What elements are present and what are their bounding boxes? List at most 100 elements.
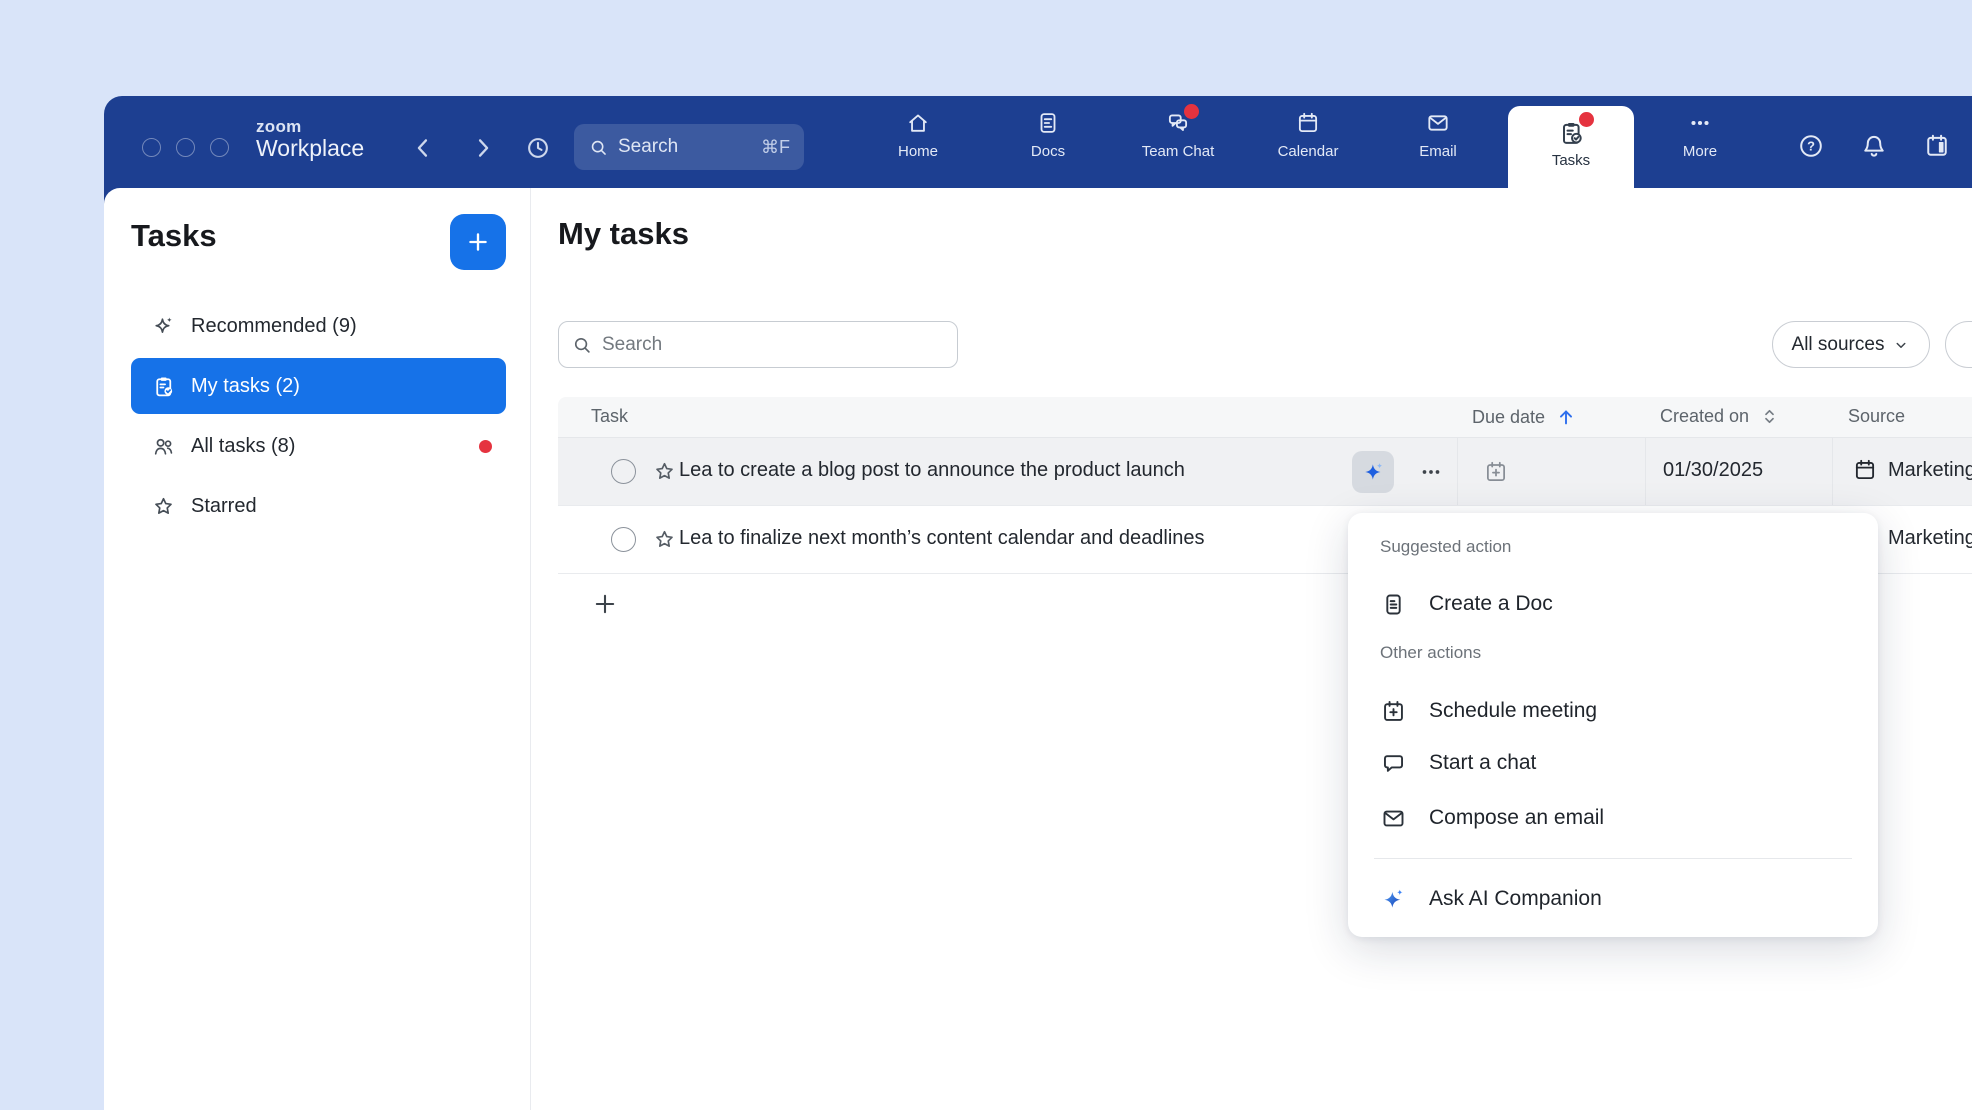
created-on-value: 01/30/2025	[1663, 459, 1763, 482]
menu-item-label: Start a chat	[1429, 751, 1536, 775]
tasks-notification-badge	[1579, 112, 1594, 127]
column-header-task[interactable]: Task	[591, 406, 628, 427]
menu-item-compose-email[interactable]: Compose an email	[1380, 797, 1854, 839]
docs-icon	[1035, 110, 1061, 136]
calendar-icon	[1852, 457, 1878, 483]
column-header-due-date[interactable]: Due date	[1472, 406, 1577, 428]
nav-item-email[interactable]: Email	[1388, 110, 1488, 160]
task-more-actions-button[interactable]	[1413, 454, 1449, 490]
menu-item-label: Create a Doc	[1429, 592, 1553, 616]
nav-label: Tasks	[1508, 152, 1634, 169]
clipped-filter-dropdown[interactable]	[1945, 321, 1972, 368]
menu-item-label: Ask AI Companion	[1429, 887, 1602, 911]
nav-label: More	[1650, 143, 1750, 160]
table-header: Task Due date Created on Source	[558, 397, 1972, 438]
add-due-date-button[interactable]	[1483, 459, 1509, 485]
new-task-button[interactable]	[450, 214, 506, 270]
sidebar-list: Recommended (9) My tasks (2) All tasks (…	[131, 298, 506, 538]
search-icon	[588, 137, 609, 158]
task-search-input[interactable]	[602, 334, 945, 356]
menu-item-label: Schedule meeting	[1429, 699, 1597, 723]
nav-label: Team Chat	[1128, 143, 1228, 160]
menu-item-create-doc[interactable]: Create a Doc	[1380, 583, 1854, 625]
sidebar-item-label: Recommended (9)	[191, 315, 357, 338]
sort-both-icon	[1759, 406, 1780, 427]
notifications-button[interactable]	[1860, 132, 1888, 160]
envelope-icon	[1380, 805, 1407, 832]
schedule-button[interactable]	[1923, 132, 1951, 160]
radio-circle-icon	[611, 459, 636, 484]
menu-item-schedule-meeting[interactable]: Schedule meeting	[1380, 690, 1854, 732]
table-row[interactable]: Lea to create a blog post to announce th…	[558, 438, 1972, 506]
add-task-row-button[interactable]	[591, 590, 619, 618]
search-shortcut-hint: ⌘F	[761, 137, 790, 158]
plus-icon	[591, 590, 619, 618]
menu-item-ask-ai-companion[interactable]: Ask AI Companion	[1380, 878, 1854, 920]
nav-item-calendar[interactable]: Calendar	[1258, 110, 1358, 160]
team-chat-notification-badge	[1184, 104, 1199, 119]
menu-item-start-chat[interactable]: Start a chat	[1380, 742, 1854, 784]
nav-item-docs[interactable]: Docs	[998, 110, 1098, 160]
sources-filter-dropdown[interactable]: All sources	[1772, 321, 1930, 368]
ai-companion-task-button[interactable]	[1352, 451, 1394, 493]
plus-icon	[464, 228, 492, 256]
tasks-sidebar: Tasks Recommended (9) My tasks (2)	[104, 188, 531, 1110]
task-star-button[interactable]	[652, 527, 677, 552]
task-star-button[interactable]	[652, 459, 677, 484]
nav-item-home[interactable]: Home	[868, 110, 968, 160]
nav-item-tasks-active[interactable]: Tasks	[1508, 106, 1634, 196]
sidebar-title: Tasks	[131, 218, 217, 254]
calendar-icon	[1295, 110, 1321, 136]
nav-label: Calendar	[1258, 143, 1358, 160]
task-complete-checkbox[interactable]	[611, 459, 636, 484]
ellipsis-icon	[1418, 459, 1444, 485]
help-button[interactable]: ?	[1797, 132, 1825, 160]
task-search-field	[558, 321, 958, 368]
window-zoom-button[interactable]	[210, 138, 229, 157]
sidebar-item-my-tasks[interactable]: My tasks (2)	[131, 358, 506, 414]
help-icon: ?	[1797, 132, 1825, 160]
nav-label: Home	[868, 143, 968, 160]
calendar-panel-icon	[1923, 132, 1951, 160]
sidebar-item-starred[interactable]: Starred	[131, 478, 506, 534]
column-label: Created on	[1660, 406, 1749, 427]
column-label: Due date	[1472, 407, 1545, 428]
nav-item-team-chat[interactable]: Team Chat	[1128, 110, 1228, 160]
bell-icon	[1860, 132, 1888, 160]
star-icon	[151, 494, 176, 519]
global-search-input[interactable]: Search ⌘F	[574, 124, 804, 170]
sidebar-item-recommended[interactable]: Recommended (9)	[131, 298, 506, 354]
cell-divider	[1457, 438, 1458, 505]
ai-suggested-actions-menu: Suggested action Create a Doc Other acti…	[1348, 513, 1878, 937]
column-header-source[interactable]: Source	[1848, 406, 1905, 427]
sidebar-item-label: All tasks (8)	[191, 435, 295, 458]
source-label: Marketing	[1888, 459, 1972, 482]
search-icon	[571, 334, 593, 356]
team-chat-icon	[1165, 110, 1191, 136]
zoom-workplace-logo: zoom Workplace	[256, 118, 364, 160]
calendar-plus-icon	[1483, 459, 1509, 485]
people-icon	[151, 434, 176, 459]
task-title[interactable]: Lea to finalize next month’s content cal…	[679, 527, 1205, 550]
chevron-left-icon	[409, 134, 437, 162]
history-button[interactable]	[524, 134, 552, 162]
back-button[interactable]	[409, 134, 437, 162]
sidebar-item-all-tasks[interactable]: All tasks (8)	[131, 418, 506, 474]
desktop: { "topbar": { "logo_small": "zoom", "log…	[0, 0, 1972, 1110]
nav-item-more[interactable]: More	[1650, 110, 1750, 160]
calendar-plus-icon	[1380, 698, 1407, 725]
sort-ascending-icon	[1555, 406, 1577, 428]
task-complete-checkbox[interactable]	[611, 527, 636, 552]
email-icon	[1425, 110, 1451, 136]
column-header-created-on[interactable]: Created on	[1660, 406, 1780, 427]
column-label: Task	[591, 406, 628, 427]
radio-circle-icon	[611, 527, 636, 552]
window-close-button[interactable]	[142, 138, 161, 157]
my-tasks-clipboard-icon	[151, 374, 176, 399]
task-title[interactable]: Lea to create a blog post to announce th…	[679, 459, 1185, 482]
forward-button[interactable]	[469, 134, 497, 162]
doc-icon	[1380, 591, 1407, 618]
source-cell[interactable]: Marketing	[1852, 457, 1972, 483]
chevron-down-icon	[1892, 336, 1910, 354]
window-minimize-button[interactable]	[176, 138, 195, 157]
